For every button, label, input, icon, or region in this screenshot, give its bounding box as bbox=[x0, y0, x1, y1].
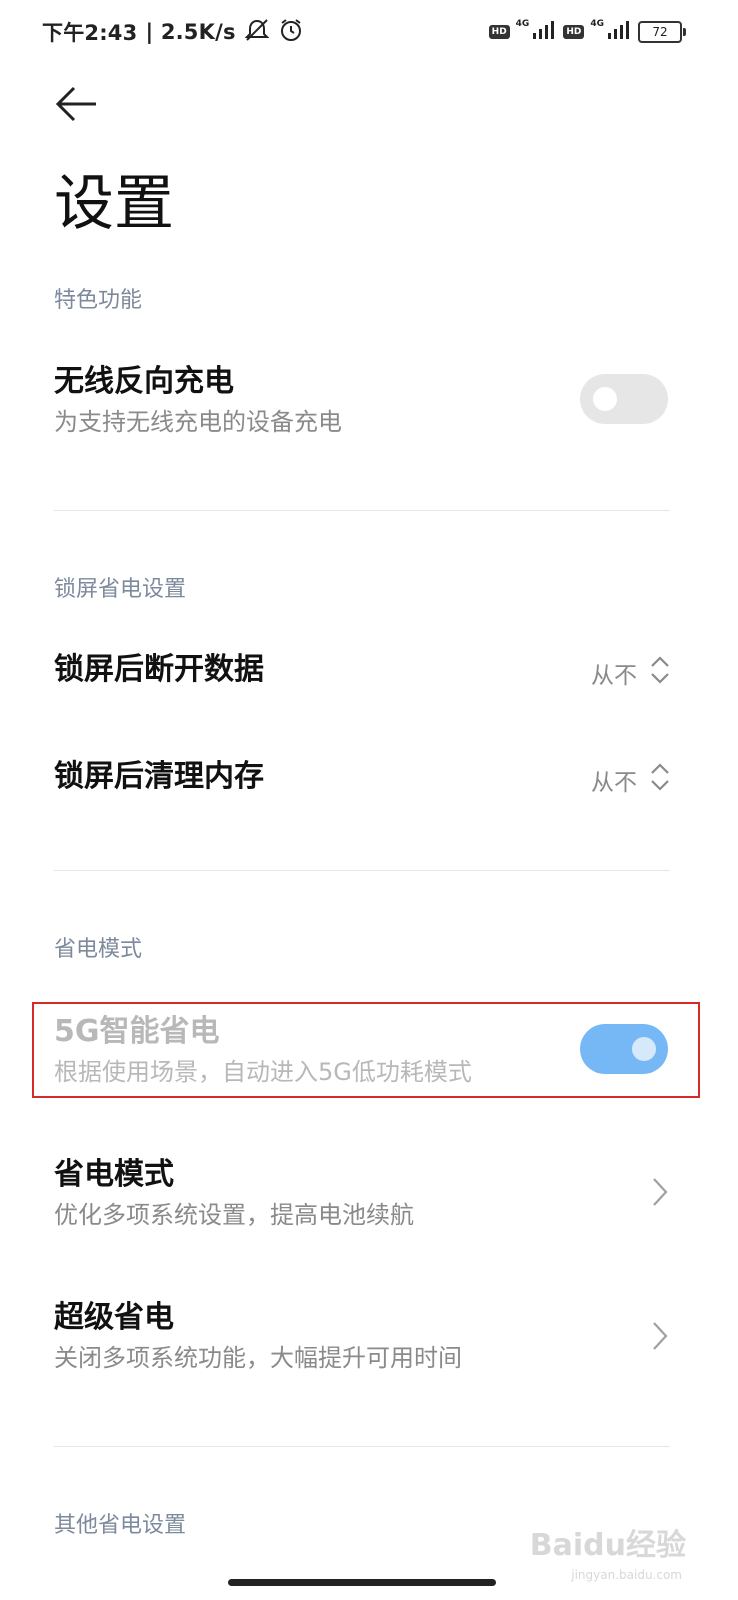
wireless-reverse-charging-toggle[interactable] bbox=[580, 374, 668, 424]
status-bar: 下午2:43 | 2.5K/s HD 4G HD 4G 72 bbox=[42, 14, 686, 50]
disconnect-data-item[interactable]: 锁屏后断开数据 bbox=[54, 650, 684, 690]
updown-chevron-icon[interactable] bbox=[648, 761, 672, 797]
hd-badge: HD bbox=[488, 25, 510, 39]
watermark-logo: Baidu经验 bbox=[529, 1528, 686, 1563]
updown-chevron-icon[interactable] bbox=[648, 654, 672, 690]
divider bbox=[54, 870, 670, 871]
status-left: 下午2:43 | 2.5K/s bbox=[42, 17, 304, 48]
toggle-knob bbox=[632, 1037, 656, 1061]
disconnect-data-value[interactable]: 从不 bbox=[591, 656, 637, 690]
back-arrow-icon bbox=[55, 86, 96, 122]
back-button[interactable] bbox=[52, 80, 104, 132]
signal-icon bbox=[606, 19, 632, 45]
status-time: 下午2:43 bbox=[42, 21, 138, 45]
section-header-other: 其他省电设置 bbox=[54, 1513, 187, 1538]
status-right: HD 4G HD 4G 72 bbox=[488, 19, 686, 45]
signal-icon bbox=[531, 19, 557, 45]
chevron-right-icon bbox=[650, 1320, 670, 1356]
toggle-knob bbox=[593, 387, 617, 411]
clear-memory-item[interactable]: 锁屏后清理内存 bbox=[54, 757, 684, 797]
section-header-lockscreen: 锁屏省电设置 bbox=[54, 577, 187, 602]
battery-icon: 72 bbox=[638, 21, 686, 43]
home-indicator[interactable] bbox=[228, 1579, 496, 1586]
network-type-label: 4G bbox=[515, 19, 530, 29]
power-saving-mode-item[interactable]: 省电模式 优化多项系统设置，提高电池续航 bbox=[54, 1155, 684, 1233]
power-saving-mode-subtitle: 优化多项系统设置，提高电池续航 bbox=[54, 1201, 414, 1229]
smart-5g-saving-toggle[interactable] bbox=[580, 1024, 668, 1074]
section-header-power-mode: 省电模式 bbox=[54, 937, 143, 962]
disconnect-data-title: 锁屏后断开数据 bbox=[54, 652, 264, 687]
ultra-saving-item[interactable]: 超级省电 关闭多项系统功能，大幅提升可用时间 bbox=[54, 1298, 684, 1376]
ultra-saving-title: 超级省电 bbox=[54, 1300, 174, 1335]
power-saving-mode-title: 省电模式 bbox=[54, 1157, 174, 1192]
mute-icon bbox=[244, 18, 270, 47]
section-header-featured: 特色功能 bbox=[54, 288, 143, 313]
clear-memory-value[interactable]: 从不 bbox=[591, 763, 637, 797]
settings-screen: 下午2:43 | 2.5K/s HD 4G HD 4G 72 设置 特色功能 无… bbox=[0, 0, 738, 1600]
divider bbox=[54, 510, 670, 511]
divider bbox=[54, 1446, 670, 1447]
status-speed: | 2.5K/s bbox=[145, 20, 236, 44]
chevron-right-icon bbox=[650, 1176, 670, 1212]
clear-memory-title: 锁屏后清理内存 bbox=[54, 759, 264, 794]
alarm-icon bbox=[278, 17, 304, 48]
hd-badge: HD bbox=[563, 25, 585, 39]
ultra-saving-subtitle: 关闭多项系统功能，大幅提升可用时间 bbox=[54, 1344, 462, 1372]
page-title: 设置 bbox=[54, 169, 174, 239]
watermark-url: jingyan.baidu.com bbox=[571, 1568, 682, 1582]
network-type-label: 4G bbox=[590, 19, 604, 29]
